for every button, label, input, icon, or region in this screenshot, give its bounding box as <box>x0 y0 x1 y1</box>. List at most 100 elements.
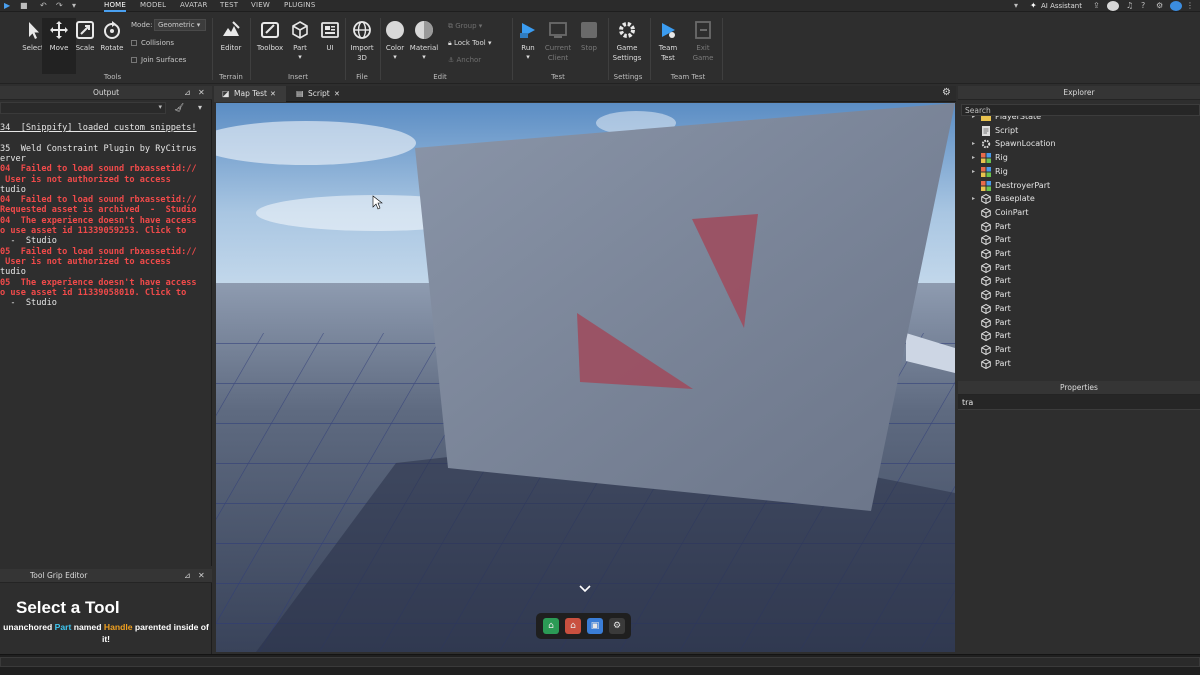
anchor-button[interactable]: ⚓︎ Anchor <box>448 56 481 64</box>
avatar[interactable] <box>1107 1 1119 11</box>
undo-icon[interactable]: ↶ <box>40 1 47 10</box>
overflow-icon[interactable]: ⋮ <box>1186 1 1194 10</box>
tree-item[interactable]: CoinPart <box>958 206 1200 220</box>
tab-test[interactable]: TEST <box>220 1 238 9</box>
tab-script[interactable]: ▤ Script ✕ <box>288 86 348 102</box>
toolbox-icon <box>261 22 279 38</box>
tree-item[interactable]: Script <box>958 124 1200 138</box>
terrain-editor-button[interactable]: Editor <box>214 20 248 53</box>
output-filter-select[interactable]: ▾ <box>0 102 166 114</box>
lock-tool-button[interactable]: 🔒︎ Lock Tool ▾ <box>448 39 492 48</box>
tree-item-label: Part <box>995 317 1011 327</box>
expand-arrow-icon[interactable]: ▸ <box>972 137 975 151</box>
close-icon[interactable]: ✕ <box>334 86 340 102</box>
exit-game-button[interactable]: Exit Game <box>686 20 720 63</box>
settings-icon[interactable]: ⚙ <box>1156 1 1163 10</box>
tree-item[interactable]: Part <box>958 247 1200 261</box>
tree-item[interactable]: ▸ PlayerState <box>958 116 1200 124</box>
tree-item[interactable]: Part <box>958 316 1200 330</box>
tree-item[interactable]: ▸ SpawnLocation <box>958 137 1200 151</box>
edit-group-label: Edit <box>433 73 447 81</box>
tree-item[interactable]: Part <box>958 261 1200 275</box>
tab-view[interactable]: VIEW <box>251 1 270 9</box>
output-menu-icon[interactable]: ▾ <box>198 103 202 112</box>
join-surfaces-checkbox[interactable] <box>131 57 137 63</box>
notifications-icon[interactable]: ♫ <box>1126 1 1133 10</box>
clear-output-icon[interactable]: 🧹︎ <box>174 103 184 112</box>
tab-home[interactable]: HOME <box>104 1 127 12</box>
current-client-button[interactable]: Current Client <box>541 20 575 63</box>
tab-avatar[interactable]: AVATAR <box>180 1 208 9</box>
tree-item[interactable]: Part <box>958 233 1200 247</box>
tree-item[interactable]: Part <box>958 357 1200 371</box>
collisions-checkbox[interactable] <box>131 40 137 46</box>
part-dropdown-icon[interactable]: ▾ <box>283 52 317 62</box>
stop-icon[interactable]: ■ <box>20 1 28 10</box>
pin-icon[interactable]: ⊿ <box>184 88 191 97</box>
toolbox-button[interactable]: Toolbox <box>253 20 287 53</box>
expand-arrow-icon[interactable]: ▸ <box>972 151 975 165</box>
redo-icon[interactable]: ↷ <box>56 1 63 10</box>
team-test-button[interactable]: Team Test <box>651 20 685 63</box>
run-dropdown-icon[interactable]: ▾ <box>511 52 545 62</box>
mode-select[interactable]: Geometric ▾ <box>154 19 206 31</box>
play-icon[interactable]: ▶ <box>4 1 10 10</box>
command-bar-input[interactable] <box>0 657 1200 667</box>
import-3d-button[interactable]: Import 3D <box>345 20 379 63</box>
stop-button[interactable]: Stop <box>572 20 606 53</box>
viewport-settings-icon[interactable]: ⚙ <box>942 87 951 98</box>
ai-assistant-icon[interactable]: ✦ <box>1030 1 1037 10</box>
tree-item[interactable]: ▸ Rig <box>958 165 1200 179</box>
part-button[interactable]: Part ▾ <box>283 20 317 62</box>
tree-item[interactable]: ▸ Rig <box>958 151 1200 165</box>
tree-item[interactable]: Part <box>958 220 1200 234</box>
expand-arrow-icon[interactable]: ▸ <box>972 165 975 179</box>
part-icon <box>981 358 991 369</box>
tree-item[interactable]: Part <box>958 274 1200 288</box>
user-account-icon[interactable] <box>1170 1 1182 11</box>
tree-item[interactable]: DestroyerPart <box>958 179 1200 193</box>
output-line: erver <box>0 153 26 164</box>
expand-arrow-icon[interactable]: ▸ <box>972 192 975 206</box>
collisions-toggle[interactable]: Collisions <box>131 39 174 47</box>
3d-viewport[interactable]: ⌂ ⌂ ▣ ⚙ <box>216 103 955 652</box>
ui-button[interactable]: UI <box>313 20 347 53</box>
tab-map-test[interactable]: ◪ Map Test ✕ <box>214 86 286 102</box>
help-icon[interactable]: ? <box>1141 1 1145 10</box>
properties-title: Properties <box>1060 383 1098 392</box>
tree-item[interactable]: ▸ Baseplate <box>958 192 1200 206</box>
rotate-label: Rotate <box>100 44 124 52</box>
expand-arrow-icon[interactable]: ▸ <box>972 116 975 124</box>
tree-item[interactable]: Part <box>958 288 1200 302</box>
tree-item[interactable]: Part <box>958 343 1200 357</box>
explorer-search-input[interactable]: Search <box>961 104 1200 116</box>
pin-icon[interactable]: ⊿ <box>184 571 191 580</box>
game-settings-button[interactable]: Game Settings <box>610 20 644 63</box>
store-icon[interactable]: ⌂ <box>565 618 581 634</box>
customize-quick-access-icon[interactable]: ▾ <box>72 1 76 10</box>
run-button[interactable]: Run ▾ <box>511 20 545 62</box>
group-button[interactable]: ⧉ Group ▾ <box>448 22 482 31</box>
share-icon[interactable]: ⇪ <box>1093 1 1100 10</box>
model-icon <box>981 180 991 191</box>
material-dropdown-icon[interactable]: ▾ <box>407 52 441 62</box>
home-icon[interactable]: ⌂ <box>543 618 559 634</box>
rotate-button[interactable]: Rotate <box>95 20 129 53</box>
tab-model[interactable]: MODEL <box>140 1 166 9</box>
properties-filter-input[interactable]: tra <box>958 395 1200 410</box>
tab-plugins[interactable]: PLUGINS <box>284 1 315 9</box>
gear-icon[interactable]: ⚙ <box>609 618 625 634</box>
output-line: User is not authorized to access <box>0 256 171 267</box>
join-surfaces-toggle[interactable]: Join Surfaces <box>131 56 186 64</box>
tree-item[interactable]: Part <box>958 302 1200 316</box>
close-icon[interactable]: ✕ <box>198 88 205 97</box>
tree-item[interactable]: Part <box>958 329 1200 343</box>
dropdown-arrow-icon[interactable]: ▾ <box>1014 1 1018 10</box>
ai-assistant-button[interactable]: AI Assistant <box>1041 2 1082 10</box>
close-icon[interactable]: ✕ <box>198 571 205 580</box>
select-tool-heading: Select a Tool <box>16 598 120 617</box>
material-button[interactable]: Material ▾ <box>407 20 441 62</box>
close-icon[interactable]: ✕ <box>270 86 276 102</box>
tool-grip-description: unanchored Part named Handle parented in… <box>0 621 212 645</box>
inventory-icon[interactable]: ▣ <box>587 618 603 634</box>
